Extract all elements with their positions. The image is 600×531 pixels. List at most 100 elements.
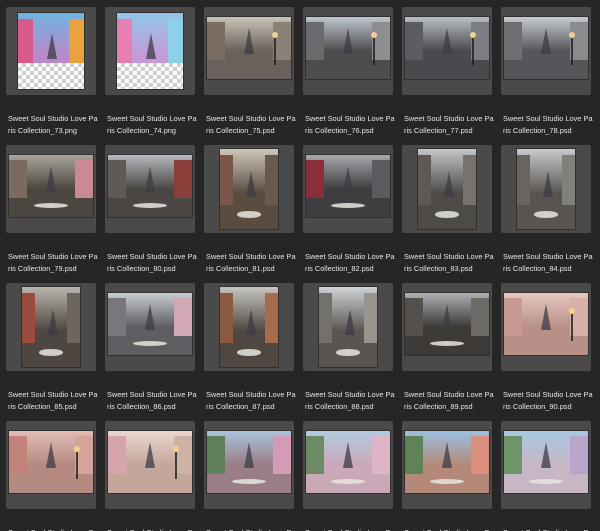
file-name[interactable]: Sweet Soul Studio Love Paris Collection_… (305, 113, 397, 137)
file-name[interactable]: Sweet Soul Studio Love Paris Collection_… (107, 389, 199, 413)
file-thumbnail[interactable] (108, 155, 192, 217)
thumbnail-frame[interactable] (402, 145, 492, 233)
file-thumbnail[interactable] (405, 431, 489, 493)
file-thumbnail[interactable] (418, 149, 476, 229)
file-thumbnail[interactable] (306, 431, 390, 493)
file-item[interactable]: Sweet Soul Studio Love Paris Collection_… (101, 281, 199, 419)
file-name[interactable]: Sweet Soul Studio Love Paris Collection_… (404, 389, 496, 413)
file-item[interactable]: Sweet Soul Studio Love Paris Collection_… (2, 281, 100, 419)
file-item[interactable]: Sweet Soul Studio Love Paris Collection_… (299, 419, 397, 531)
file-name[interactable]: Sweet Soul Studio Love Paris Collection_… (107, 527, 199, 531)
file-name[interactable]: Sweet Soul Studio Love Paris Collection_… (404, 527, 496, 531)
file-item[interactable]: Sweet Soul Studio Love Paris Collection_… (398, 281, 496, 419)
file-name[interactable]: Sweet Soul Studio Love Paris Collection_… (503, 527, 595, 531)
file-item[interactable]: Sweet Soul Studio Love Paris Collection_… (299, 281, 397, 419)
file-item[interactable]: Sweet Soul Studio Love Paris Collection_… (398, 419, 496, 531)
file-name[interactable]: Sweet Soul Studio Love Paris Collection_… (503, 389, 595, 413)
file-thumbnail[interactable] (207, 17, 291, 79)
thumbnail-frame[interactable] (402, 7, 492, 95)
file-item[interactable]: Sweet Soul Studio Love Paris Collection_… (200, 143, 298, 281)
thumbnail-frame[interactable] (105, 283, 195, 371)
file-name[interactable]: Sweet Soul Studio Love Paris Collection_… (404, 251, 496, 275)
thumbnail-frame[interactable] (204, 145, 294, 233)
file-item[interactable]: Sweet Soul Studio Love Paris Collection_… (497, 281, 595, 419)
file-name[interactable]: Sweet Soul Studio Love Paris Collection_… (107, 113, 199, 137)
file-thumbnail[interactable] (207, 431, 291, 493)
file-name[interactable]: Sweet Soul Studio Love Paris Collection_… (503, 113, 595, 137)
thumbnail-frame[interactable] (105, 145, 195, 233)
thumbnail-frame[interactable] (204, 7, 294, 95)
file-thumbnail[interactable] (504, 17, 588, 79)
file-item[interactable]: Sweet Soul Studio Love Paris Collection_… (497, 419, 595, 531)
thumbnail-frame[interactable] (204, 283, 294, 371)
file-item[interactable]: Sweet Soul Studio Love Paris Collection_… (200, 419, 298, 531)
thumbnail-building-left (220, 155, 233, 205)
thumbnail-frame[interactable] (6, 283, 96, 371)
file-thumbnail[interactable] (9, 155, 93, 217)
file-thumbnail[interactable] (117, 13, 183, 89)
file-name[interactable]: Sweet Soul Studio Love Paris Collection_… (107, 251, 199, 275)
thumbnail-frame[interactable] (303, 7, 393, 95)
file-thumbnail[interactable] (220, 149, 278, 229)
file-name[interactable]: Sweet Soul Studio Love Paris Collection_… (206, 113, 298, 137)
file-thumbnail[interactable] (405, 293, 489, 355)
thumbnail-frame[interactable] (105, 421, 195, 509)
file-item[interactable]: Sweet Soul Studio Love Paris Collection_… (101, 143, 199, 281)
thumbnail-frame[interactable] (501, 283, 591, 371)
thumbnail-frame[interactable] (303, 421, 393, 509)
file-item[interactable]: Sweet Soul Studio Love Paris Collection_… (497, 5, 595, 143)
file-thumbnail[interactable] (517, 149, 575, 229)
file-item[interactable]: Sweet Soul Studio Love Paris Collection_… (299, 143, 397, 281)
thumbnail-frame[interactable] (6, 421, 96, 509)
file-name[interactable]: Sweet Soul Studio Love Paris Collection_… (8, 389, 100, 413)
file-item[interactable]: Sweet Soul Studio Love Paris Collection_… (2, 143, 100, 281)
file-name[interactable]: Sweet Soul Studio Love Paris Collection_… (305, 527, 397, 531)
file-item[interactable]: Sweet Soul Studio Love Paris Collection_… (101, 419, 199, 531)
thumbnail-frame[interactable] (402, 421, 492, 509)
file-thumbnail[interactable] (306, 17, 390, 79)
file-name[interactable]: Sweet Soul Studio Love Paris Collection_… (404, 113, 496, 137)
thumbnail-building-left (306, 21, 325, 61)
street-lamp-icon (172, 445, 179, 480)
file-name[interactable]: Sweet Soul Studio Love Paris Collection_… (305, 251, 397, 275)
file-name[interactable]: Sweet Soul Studio Love Paris Collection_… (206, 389, 298, 413)
file-item[interactable]: Sweet Soul Studio Love Paris Collection_… (398, 5, 496, 143)
file-name[interactable]: Sweet Soul Studio Love Paris Collection_… (8, 527, 100, 531)
file-name[interactable]: Sweet Soul Studio Love Paris Collection_… (305, 389, 397, 413)
file-thumbnail[interactable] (22, 287, 80, 367)
thumbnail-frame[interactable] (501, 145, 591, 233)
file-name[interactable]: Sweet Soul Studio Love Paris Collection_… (8, 113, 100, 137)
thumbnail-frame[interactable] (105, 7, 195, 95)
file-name[interactable]: Sweet Soul Studio Love Paris Collection_… (206, 251, 298, 275)
file-item[interactable]: Sweet Soul Studio Love Paris Collection_… (398, 143, 496, 281)
file-thumbnail[interactable] (108, 431, 192, 493)
file-item[interactable]: Sweet Soul Studio Love Paris Collection_… (200, 281, 298, 419)
file-item[interactable]: Sweet Soul Studio Love Paris Collection_… (299, 5, 397, 143)
thumbnail-building-right (569, 435, 588, 475)
thumbnail-frame[interactable] (501, 421, 591, 509)
file-thumbnail[interactable] (319, 287, 377, 367)
file-thumbnail[interactable] (405, 17, 489, 79)
file-item[interactable]: Sweet Soul Studio Love Paris Collection_… (2, 419, 100, 531)
file-item[interactable]: Sweet Soul Studio Love Paris Collection_… (101, 5, 199, 143)
thumbnail-frame[interactable] (303, 145, 393, 233)
file-item[interactable]: Sweet Soul Studio Love Paris Collection_… (200, 5, 298, 143)
thumbnail-frame[interactable] (501, 7, 591, 95)
thumbnail-frame[interactable] (6, 7, 96, 95)
file-name[interactable]: Sweet Soul Studio Love Paris Collection_… (8, 251, 100, 275)
file-name[interactable]: Sweet Soul Studio Love Paris Collection_… (206, 527, 298, 531)
thumbnail-frame[interactable] (6, 145, 96, 233)
thumbnail-frame[interactable] (204, 421, 294, 509)
file-name[interactable]: Sweet Soul Studio Love Paris Collection_… (503, 251, 595, 275)
thumbnail-frame[interactable] (303, 283, 393, 371)
file-thumbnail[interactable] (108, 293, 192, 355)
thumbnail-frame[interactable] (402, 283, 492, 371)
file-item[interactable]: Sweet Soul Studio Love Paris Collection_… (2, 5, 100, 143)
file-thumbnail[interactable] (504, 431, 588, 493)
file-thumbnail[interactable] (18, 13, 84, 89)
file-thumbnail[interactable] (306, 155, 390, 217)
file-item[interactable]: Sweet Soul Studio Love Paris Collection_… (497, 143, 595, 281)
file-thumbnail[interactable] (504, 293, 588, 355)
file-thumbnail[interactable] (220, 287, 278, 367)
file-thumbnail[interactable] (9, 431, 93, 493)
